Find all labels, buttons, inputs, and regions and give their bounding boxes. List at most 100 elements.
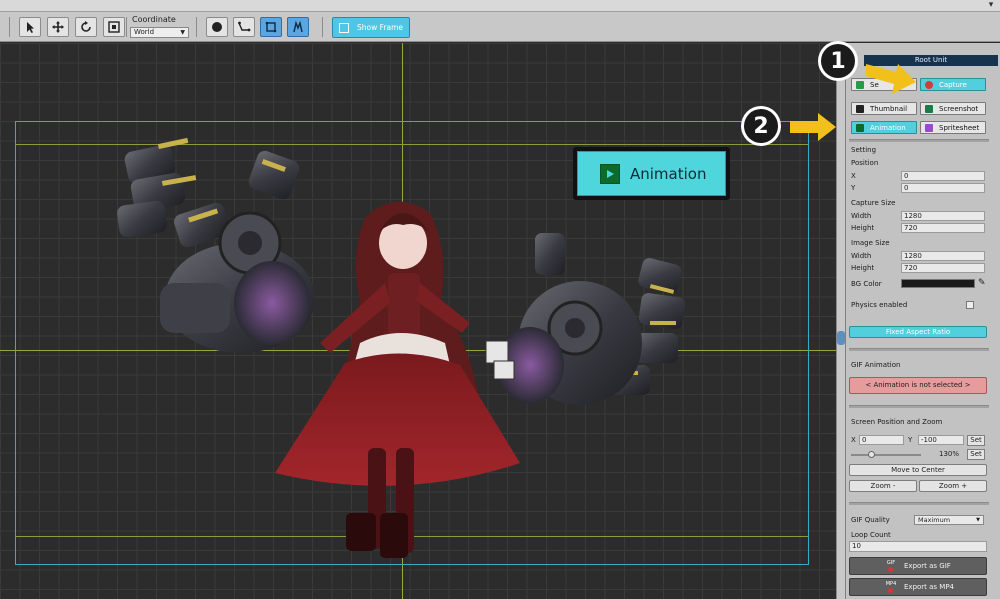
zoom-in-button[interactable]: Zoom + <box>919 480 987 492</box>
image-width-field[interactable]: 1280 <box>901 251 985 261</box>
set-zoom-button[interactable]: Set <box>967 449 985 460</box>
thumbnail-icon <box>856 104 864 113</box>
animation-label: Animation <box>870 123 906 132</box>
title-bar: ▾ <box>0 0 1000 12</box>
section-divider <box>849 502 989 505</box>
capture-panel: Root Unit Se Capture Thumbnail Screensho… <box>845 43 1000 599</box>
mesh-icon <box>265 21 277 33</box>
screen-y-field[interactable]: -100 <box>918 435 964 445</box>
pin-icon <box>293 20 303 33</box>
tab-capture-label: Capture <box>939 80 967 89</box>
spritesheet-icon <box>925 123 933 132</box>
gif-animation-heading: GIF Animation <box>851 361 901 369</box>
paint-tool-button[interactable] <box>287 17 309 37</box>
capture-height-label: Height <box>851 224 875 232</box>
section-divider <box>849 139 989 142</box>
coordinate-label: Coordinate <box>132 15 176 24</box>
bone-tool-button[interactable] <box>233 17 255 37</box>
step-1-badge: 1 <box>818 41 858 81</box>
mesh-tool-button[interactable] <box>260 17 282 37</box>
image-size-heading: Image Size <box>851 239 890 247</box>
scale-icon <box>108 21 120 33</box>
left-gauntlet <box>117 137 315 353</box>
capture-width-field[interactable]: 1280 <box>901 211 985 221</box>
physics-checkbox[interactable] <box>966 301 974 309</box>
step-1-number: 1 <box>821 44 855 78</box>
step-2-number: 2 <box>744 109 778 143</box>
toolbar: Coordinate World ▼ <box>0 12 1000 42</box>
image-height-label: Height <box>851 264 875 272</box>
image-width-label: Width <box>851 252 872 260</box>
canvas-scrollbar[interactable] <box>836 43 845 599</box>
record-icon <box>925 80 933 89</box>
animation-callout-button: Animation <box>577 151 726 196</box>
play-icon <box>856 123 864 132</box>
capture-height-field[interactable]: 720 <box>901 223 985 233</box>
screen-y-label: Y <box>908 436 913 444</box>
gif-quality-label: GIF Quality <box>851 516 890 524</box>
tab-capture[interactable]: Capture <box>920 78 986 91</box>
animation-callout: Animation <box>573 147 730 200</box>
spritesheet-label: Spritesheet <box>939 123 980 132</box>
image-height-field[interactable]: 720 <box>901 263 985 273</box>
arrow-right-icon <box>790 113 836 141</box>
arrow-right-icon <box>866 64 916 94</box>
screen-x-field[interactable]: 0 <box>859 435 904 445</box>
cursor-icon <box>27 22 34 33</box>
onion-skin-button[interactable] <box>206 17 228 37</box>
spritesheet-button[interactable]: Spritesheet <box>920 121 986 134</box>
character-illustration <box>117 137 686 558</box>
set-position-button[interactable]: Set <box>967 435 985 446</box>
export-gif-button[interactable]: GIF Export as GIF <box>849 557 987 575</box>
animation-button[interactable]: Animation <box>851 121 917 134</box>
toolbar-separator <box>196 17 197 37</box>
editor-window: ▾ Coordinate World ▼ Show Frame Animatio… <box>0 0 1000 599</box>
gif-quality-dropdown[interactable]: Maximum ▼ <box>914 515 984 525</box>
export-gif-label: Export as GIF <box>904 562 951 570</box>
toolbar-separator <box>126 17 127 37</box>
animation-callout-label: Animation <box>630 164 707 183</box>
zoom-out-button[interactable]: Zoom - <box>849 480 917 492</box>
position-x-label: X <box>851 172 856 180</box>
select-tool-button[interactable] <box>19 17 41 37</box>
capture-width-label: Width <box>851 212 872 220</box>
move-to-center-button[interactable]: Move to Center <box>849 464 987 476</box>
screen-x-label: X <box>851 436 856 444</box>
gear-icon <box>856 80 864 89</box>
show-frame-button[interactable]: Show Frame <box>332 17 410 38</box>
window-menu-icon[interactable]: ▾ <box>986 1 996 10</box>
thumbnail-label: Thumbnail <box>870 104 908 113</box>
mp4-file-icon: MP4 <box>884 581 898 593</box>
bone-icon <box>238 21 251 32</box>
capture-size-heading: Capture Size <box>851 199 896 207</box>
scale-tool-button[interactable] <box>103 17 125 37</box>
gif-quality-value: Maximum <box>918 516 951 524</box>
bg-color-label: BG Color <box>851 280 882 288</box>
position-y-field[interactable]: 0 <box>901 183 985 193</box>
physics-label: Physics enabled <box>851 301 908 309</box>
onion-skin-icon <box>212 22 222 32</box>
eyedropper-icon[interactable]: ✎ <box>978 277 988 289</box>
scrollbar-thumb[interactable] <box>837 331 845 345</box>
rotate-tool-button[interactable] <box>75 17 97 37</box>
export-mp4-button[interactable]: MP4 Export as MP4 <box>849 578 987 596</box>
zoom-slider-thumb[interactable] <box>868 451 875 458</box>
zoom-percent: 130% <box>939 450 960 458</box>
move-tool-button[interactable] <box>47 17 69 37</box>
export-mp4-label: Export as MP4 <box>904 583 955 591</box>
loop-count-field[interactable]: 10 <box>849 541 987 552</box>
screenshot-label: Screenshot <box>939 104 979 113</box>
screenshot-button[interactable]: Screenshot <box>920 102 986 115</box>
section-divider <box>849 348 989 351</box>
fixed-aspect-ratio-button[interactable]: Fixed Aspect Ratio <box>849 326 987 338</box>
coordinate-dropdown[interactable]: World ▼ <box>130 27 189 38</box>
thumbnail-button[interactable]: Thumbnail <box>851 102 917 115</box>
zoom-slider[interactable] <box>851 451 921 458</box>
move-icon <box>52 21 64 33</box>
screen-position-zoom-heading: Screen Position and Zoom <box>851 418 943 426</box>
frame-icon <box>339 22 349 33</box>
bg-color-swatch[interactable] <box>901 279 975 288</box>
animation-not-selected-notice: < Animation is not selected > <box>849 377 987 394</box>
position-x-field[interactable]: 0 <box>901 171 985 181</box>
scene-canvas[interactable]: Animation 2 <box>0 43 836 599</box>
